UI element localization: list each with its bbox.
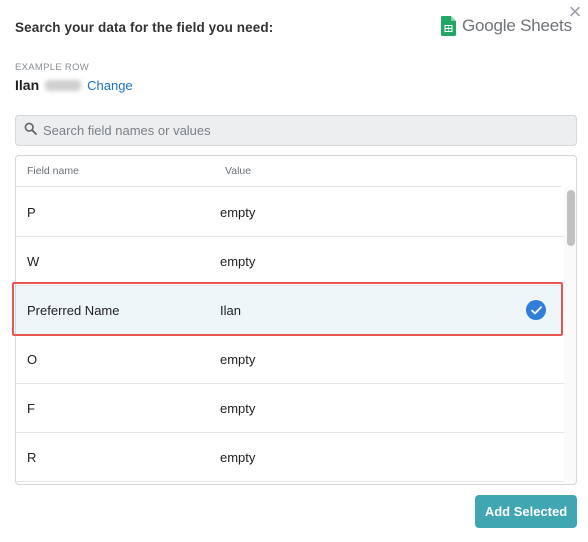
column-header-value: Value [225,165,252,177]
row-value: empty [220,205,256,220]
table-header: Field name Value [16,156,561,187]
table-row[interactable]: W empty [16,237,564,286]
row-field-name: O [27,352,38,367]
brand-name: Google Sheets [462,16,572,35]
row-field-name: P [27,205,36,220]
change-link[interactable]: Change [87,78,133,93]
table-row[interactable]: R empty [16,433,564,482]
page-title: Search your data for the field you need: [15,20,274,35]
row-field-name: F [27,401,35,416]
table-body: P empty W empty Preferred Name Ilan O em… [16,188,564,482]
row-value: Ilan [220,303,241,318]
scrollbar-thumb[interactable] [567,190,575,246]
table-row[interactable]: F empty [16,384,564,433]
row-value: empty [220,450,256,465]
row-value: empty [220,254,256,269]
column-header-field-name: Field name [27,165,79,177]
checkmark-icon[interactable] [526,300,546,320]
search-icon [24,122,37,140]
row-field-name: R [27,450,37,465]
table-row-selected[interactable]: Preferred Name Ilan [16,286,564,335]
example-row-label: EXAMPLE ROW [15,62,90,73]
table-row[interactable]: P empty [16,188,564,237]
blurred-surname [45,79,82,91]
search-input[interactable] [43,123,576,138]
row-value: empty [220,352,256,367]
field-table: Field name Value P empty W empty Preferr… [15,155,577,485]
add-selected-button[interactable]: Add Selected [475,495,577,528]
google-sheets-icon [441,16,456,36]
example-row: Ilan Change [15,77,133,93]
row-field-name: Preferred Name [27,303,120,318]
example-row-name: Ilan [15,77,40,93]
row-field-name: W [27,254,40,269]
table-row[interactable]: O empty [16,335,564,384]
row-value: empty [220,401,256,416]
table-scrollbar[interactable] [564,187,576,484]
search-box[interactable] [15,115,577,146]
brand-logo: Google Sheets [441,14,572,38]
